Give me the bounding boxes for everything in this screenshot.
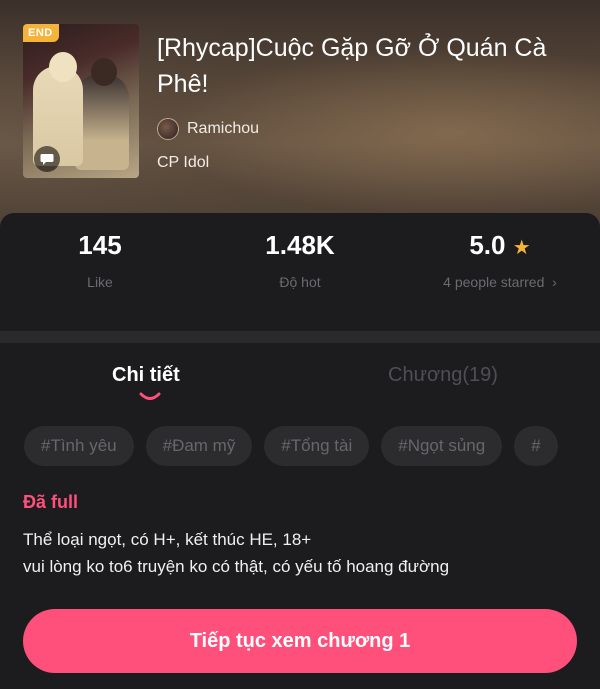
tab-active-indicator [139, 392, 161, 400]
rating-value-row: 5.0 ★ [400, 228, 600, 262]
author-link[interactable]: Ramichou [157, 118, 259, 140]
stat-hot: 1.48K Độ hot [200, 228, 400, 290]
tab-detail[interactable]: Chi tiết [112, 364, 180, 387]
rating-label: 4 people starred [443, 274, 545, 290]
section-divider [0, 331, 600, 343]
avatar [157, 118, 179, 140]
likes-count: 145 [78, 230, 122, 260]
star-icon: ★ [512, 237, 531, 259]
hot-count: 1.48K [265, 230, 335, 260]
tag-chip[interactable]: #Tình yêu [24, 426, 134, 466]
continue-reading-button[interactable]: Tiếp tục xem chương 1 [23, 609, 577, 673]
description-line: Thể loại ngọt, có H+, kết thúc HE, 18+ [23, 530, 312, 549]
chat-bubble-icon[interactable] [34, 146, 60, 172]
status-label: Đã full [23, 492, 79, 512]
tag-chip[interactable]: #Đam mỹ [145, 426, 253, 466]
description: Thể loại ngọt, có H+, kết thúc HE, 18+ v… [23, 526, 583, 580]
description-line: vui lòng ko to6 truyện ko có thật, có yế… [23, 557, 450, 576]
stat-rating[interactable]: 5.0 ★ 4 people starred › [400, 228, 600, 290]
tag-chip[interactable]: # [514, 426, 558, 466]
tab-chapters[interactable]: Chương(19) [388, 364, 498, 387]
tag-list: #Tình yêu #Đam mỹ #Tổng tài #Ngọt sủng # [24, 426, 577, 466]
book-title: [Rhycap]Cuộc Gặp Gỡ Ở Quán Cà Phê! [157, 34, 547, 98]
chevron-right-icon: › [548, 274, 557, 290]
author-name: Ramichou [187, 120, 260, 137]
cover-figure [91, 58, 117, 86]
stats-row: 145 Like 1.48K Độ hot 5.0 ★ 4 people sta… [0, 228, 600, 318]
book-category[interactable]: CP Idol [157, 154, 209, 172]
book-cover[interactable]: END [23, 24, 139, 178]
tag-chip[interactable]: #Tổng tài [264, 426, 370, 466]
likes-label: Like [87, 274, 113, 290]
rating-value: 5.0 [469, 230, 506, 260]
end-badge: END [23, 24, 59, 42]
cover-figure [49, 52, 77, 82]
rating-label-row: 4 people starred › [400, 274, 600, 290]
cover-figure [75, 74, 129, 170]
hot-label: Độ hot [279, 274, 321, 290]
tag-chip[interactable]: #Ngọt sủng [381, 426, 503, 466]
stat-likes: 145 Like [0, 228, 200, 290]
